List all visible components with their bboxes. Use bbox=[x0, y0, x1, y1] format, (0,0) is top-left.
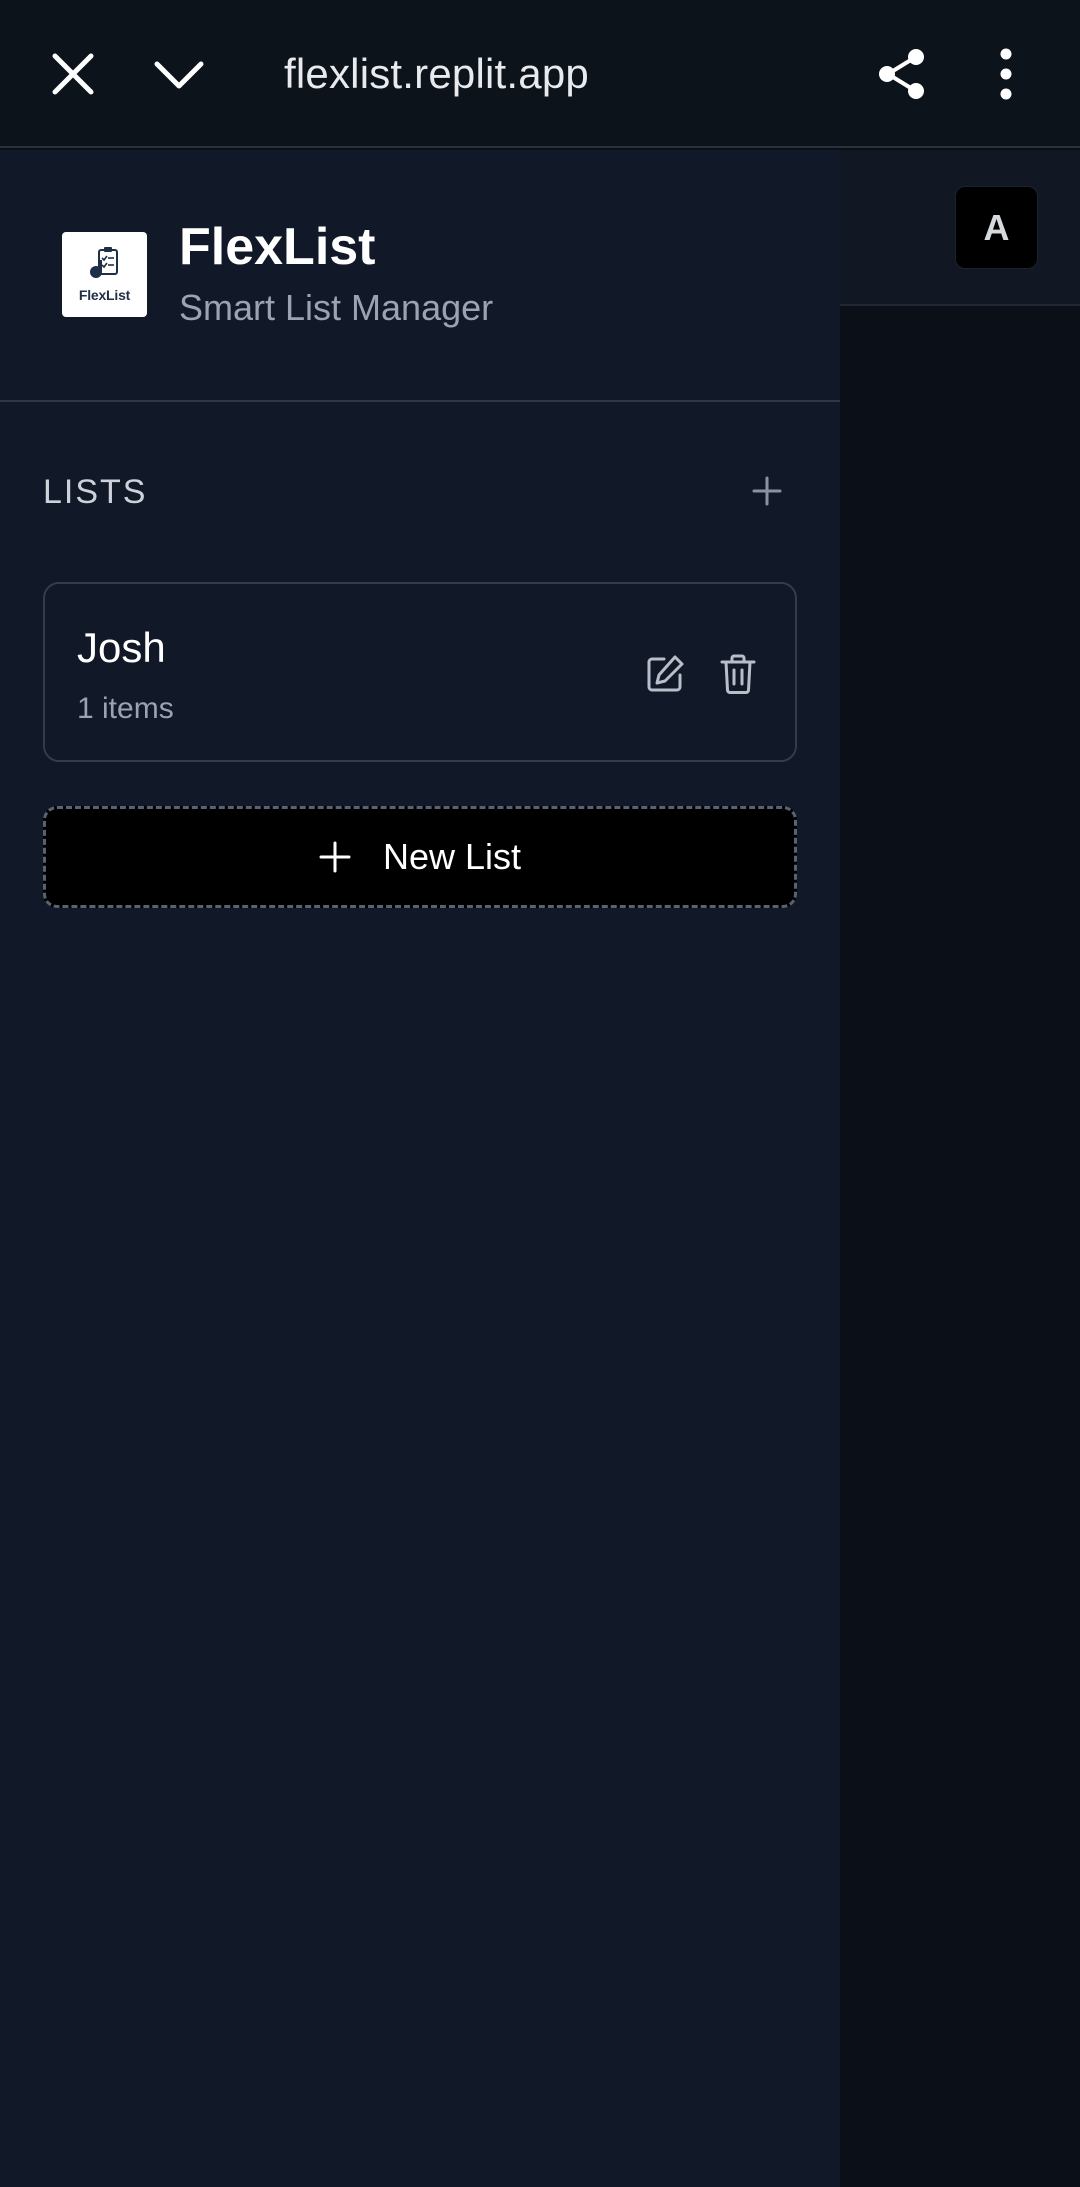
more-options-button[interactable] bbox=[961, 29, 1051, 119]
more-vertical-icon bbox=[1000, 48, 1012, 100]
share-icon bbox=[879, 49, 924, 99]
list-item[interactable]: Josh 1 items bbox=[43, 582, 797, 762]
app-subtitle: Smart List Manager bbox=[179, 287, 494, 328]
logo-text: FlexList bbox=[78, 287, 131, 303]
list-item-count: 1 items bbox=[77, 692, 174, 725]
list-name: Josh bbox=[77, 624, 166, 671]
app-logo: FlexList bbox=[62, 232, 147, 317]
share-button[interactable] bbox=[857, 29, 947, 119]
sidebar-drawer: FlexList FlexList Smart List Manager LIS… bbox=[0, 150, 840, 2187]
minimize-button[interactable] bbox=[134, 29, 224, 119]
new-list-label: New List bbox=[382, 836, 522, 877]
add-list-icon-button[interactable] bbox=[742, 466, 792, 516]
url-text[interactable]: flexlist.replit.app bbox=[284, 44, 589, 104]
delete-list-button[interactable] bbox=[710, 646, 766, 702]
browser-toolbar: flexlist.replit.app bbox=[0, 0, 1080, 148]
avatar[interactable]: A bbox=[955, 186, 1038, 269]
checklist-icon bbox=[89, 247, 118, 278]
lists-section-label: LISTS bbox=[43, 473, 148, 511]
edit-icon bbox=[647, 655, 684, 692]
edit-list-button[interactable] bbox=[637, 646, 693, 702]
new-list-button[interactable]: New List bbox=[43, 806, 797, 908]
close-icon bbox=[52, 53, 94, 95]
plus-icon bbox=[319, 841, 351, 873]
trash-icon bbox=[720, 654, 756, 694]
chevron-down-icon bbox=[154, 61, 204, 89]
brand-header: FlexList FlexList Smart List Manager bbox=[0, 150, 840, 402]
plus-icon bbox=[752, 476, 782, 506]
close-tab-button[interactable] bbox=[28, 29, 118, 119]
app-title: FlexList bbox=[179, 218, 376, 276]
